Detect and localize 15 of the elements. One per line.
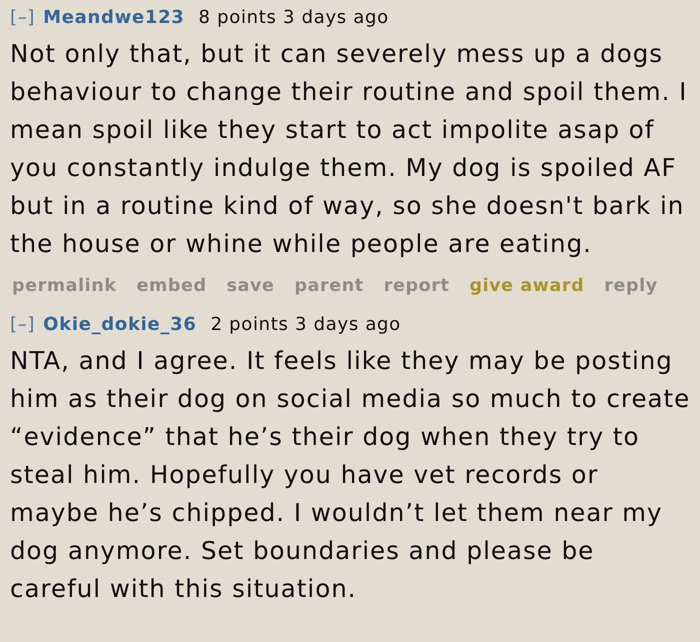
action-link[interactable]: reply — [604, 273, 658, 300]
comment-meta: 8 points 3 days ago — [198, 6, 389, 30]
collapse-toggle[interactable]: [–] — [10, 4, 36, 31]
action-link[interactable]: save — [226, 273, 275, 300]
action-link[interactable]: give award — [469, 273, 584, 300]
username-link[interactable]: Meandwe123 — [43, 4, 185, 31]
action-link[interactable]: report — [384, 273, 450, 300]
action-link[interactable]: permalink — [12, 273, 117, 300]
username-link[interactable]: Okie_dokie_36 — [43, 311, 197, 338]
comment-text: NTA, and I agree. It feels like they may be posting him as their dog on social media so much to create “evidence” that he’s their dog when they try to steal him. Hopefully you have vet records or maybe he’s chipped. I wouldn’t let them near my dog anymore. Set boundaries and please be careful with this situation. — [10, 345, 692, 606]
collapse-toggle[interactable]: [–] — [10, 311, 36, 338]
action-link[interactable]: parent — [294, 273, 364, 300]
comment-meta: 2 points 3 days ago — [210, 313, 401, 338]
comment-text: Not only that, but it can severely mess up a dogs behaviour to change their routine and spoil them. I mean spoil like they start to act impolite asap of you constantly indulge them. My dog is spoiled AF but in a routine kind of way, so she doesn't bark in the house or whine while people are eating. — [10, 38, 688, 260]
action-link[interactable]: embed — [136, 273, 207, 300]
